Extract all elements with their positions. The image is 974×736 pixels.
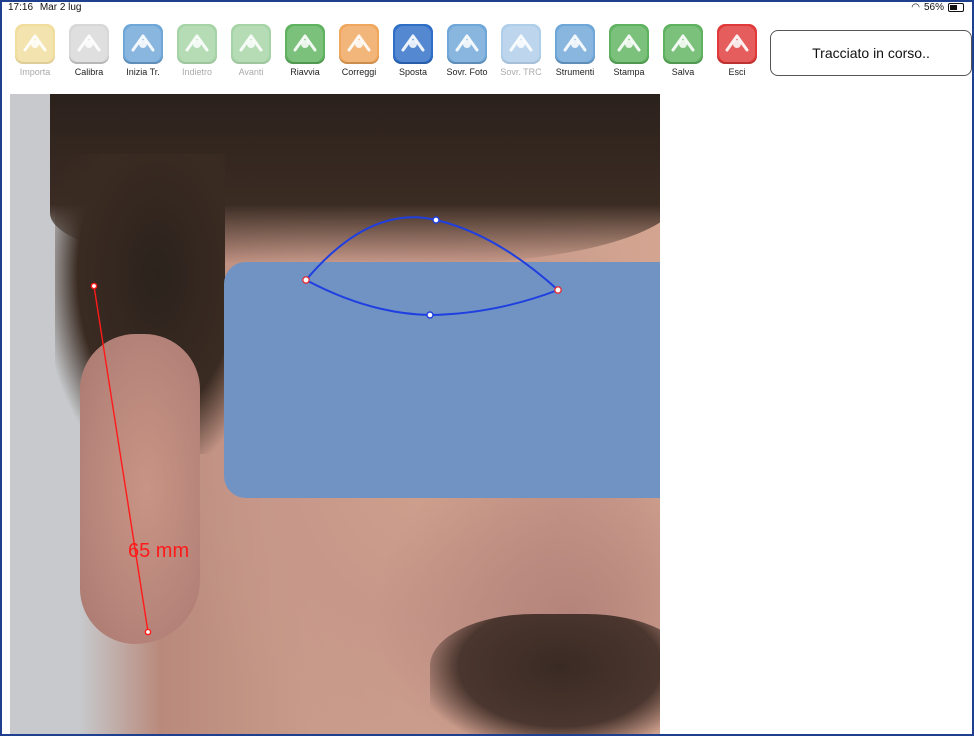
eye-outline-upper[interactable] (305, 216, 559, 291)
app-window: 17:16 Mar 2 lug ◠ 56% Importa Calibra In… (0, 0, 974, 736)
eye-point-top[interactable] (432, 216, 440, 224)
toolbar-button-label: Inizia Tr. (126, 67, 160, 77)
save-icon (663, 24, 703, 64)
status-time: 17:16 (8, 2, 34, 13)
ear-measure-point-top[interactable] (90, 282, 98, 290)
main-toolbar: Importa Calibra Inizia Tr. Indietro Avan… (2, 16, 762, 94)
move-icon (393, 24, 433, 64)
toolbar-button-label: Stampa (613, 67, 645, 77)
eye-point-bottom[interactable] (426, 311, 434, 319)
toolbar-button-label: Correggi (341, 67, 377, 77)
exit-icon (717, 24, 757, 64)
measurement-label: 65 mm (128, 540, 190, 562)
start-trace-icon (123, 24, 163, 64)
eye-outline-lower[interactable] (305, 279, 559, 317)
toolbar-button-label: Importa (19, 67, 51, 77)
restart-icon (285, 24, 325, 64)
print-icon (609, 24, 649, 64)
battery-percent: 56% (923, 2, 944, 13)
toolbar-button-calibra[interactable]: Calibra (64, 24, 114, 77)
toolbar-button-indietro[interactable]: Indietro (172, 24, 222, 77)
overlay-photo-icon (447, 24, 487, 64)
trace-status-box: Tracciato in corso.. (770, 30, 972, 76)
toolbar-button-label: Sovr. Foto (446, 67, 488, 77)
toolbar-button-importa[interactable]: Importa (10, 24, 60, 77)
toolbar-button-label: Calibra (74, 67, 104, 77)
toolbar-button-label: Indietro (181, 67, 213, 77)
wifi-icon: ◠ (911, 2, 920, 13)
toolbar-button-label: Esci (728, 67, 746, 77)
toolbar-button-salva[interactable]: Salva (658, 24, 708, 77)
toolbar-button-avanti[interactable]: Avanti (226, 24, 276, 77)
toolbar-button-sovr-foto[interactable]: Sovr. Foto (442, 24, 492, 77)
ear-measure-line[interactable] (93, 285, 149, 633)
import-icon (15, 24, 55, 64)
toolbar-button-label: Salva (671, 67, 695, 77)
toolbar-button-label: Riavvia (290, 67, 320, 77)
ear-measure-point-bottom[interactable] (144, 628, 152, 636)
toolbar-button-correggi[interactable]: Correggi (334, 24, 384, 77)
undo-icon (177, 24, 217, 64)
toolbar-button-label: Sposta (398, 67, 428, 77)
ios-status-bar: 17:16 Mar 2 lug ◠ 56% (2, 2, 972, 14)
toolbar-button-esci[interactable]: Esci (712, 24, 762, 77)
toolbar-button-sovr-trc[interactable]: Sovr. TRC (496, 24, 546, 77)
toolbar-button-riavvia[interactable]: Riavvia (280, 24, 330, 77)
toolbar-button-stampa[interactable]: Stampa (604, 24, 654, 77)
trace-status-text: Tracciato in corso.. (812, 45, 930, 61)
toolbar-button-label: Avanti (238, 67, 264, 77)
trace-overlay[interactable] (10, 94, 660, 734)
status-date: Mar 2 lug (39, 2, 82, 13)
calibrate-icon (69, 24, 109, 64)
status-right: ◠ 56% (911, 2, 964, 13)
correct-icon (339, 24, 379, 64)
toolbar-button-sposta[interactable]: Sposta (388, 24, 438, 77)
toolbar-button-label: Strumenti (555, 67, 595, 77)
face-photo[interactable]: 65 mm (10, 94, 660, 734)
redo-icon (231, 24, 271, 64)
overlay-trc-icon (501, 24, 541, 64)
toolbar-button-label: Sovr. TRC (500, 67, 542, 77)
eye-point-right[interactable] (554, 286, 562, 294)
status-time-date: 17:16 Mar 2 lug (8, 2, 82, 13)
battery-icon (948, 3, 964, 12)
tools-icon (555, 24, 595, 64)
toolbar-button-inizia-tr[interactable]: Inizia Tr. (118, 24, 168, 77)
toolbar-button-strumenti[interactable]: Strumenti (550, 24, 600, 77)
eye-point-left[interactable] (302, 276, 310, 284)
